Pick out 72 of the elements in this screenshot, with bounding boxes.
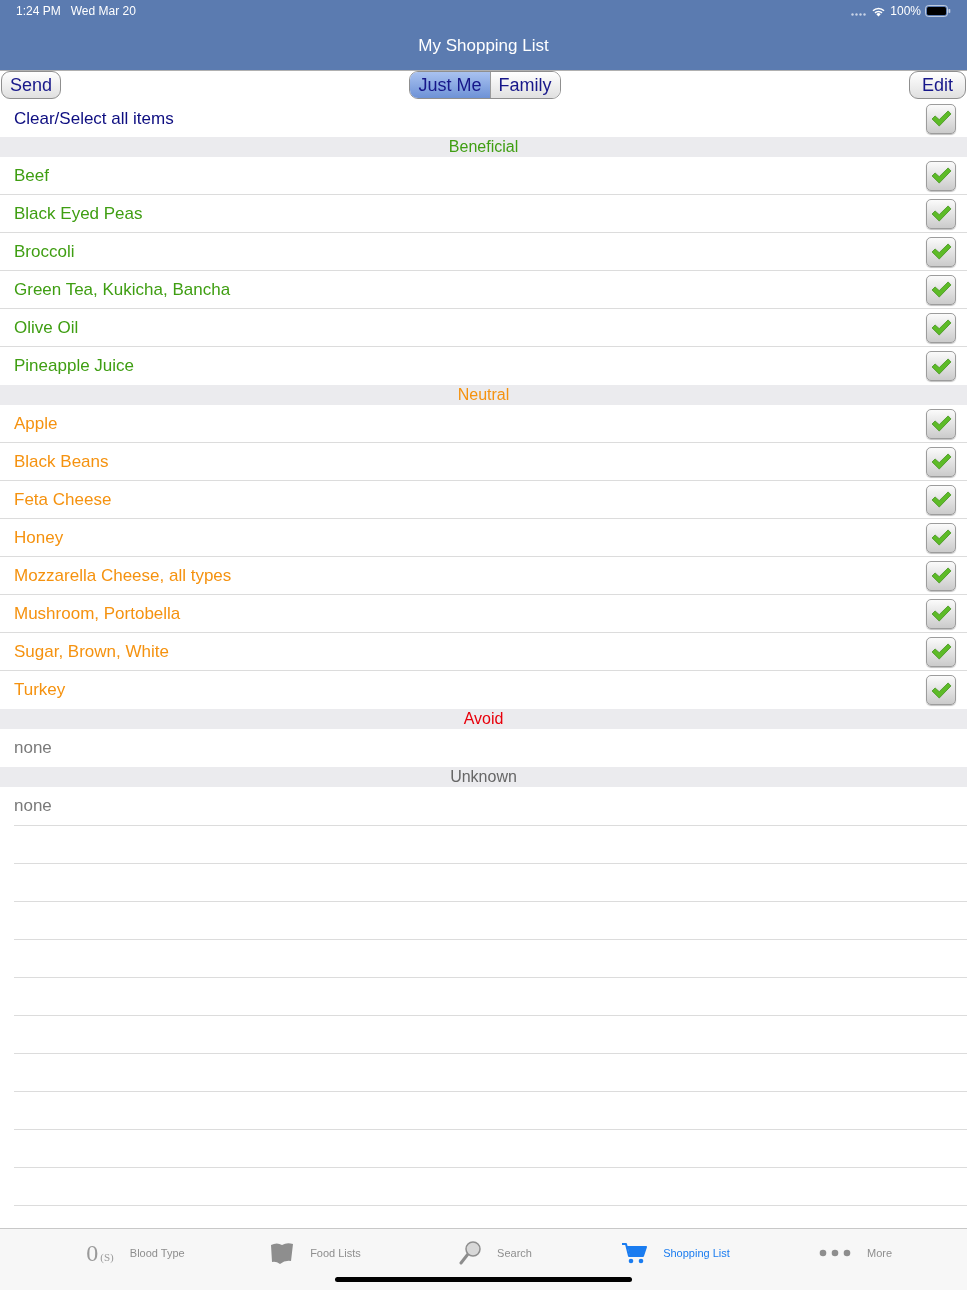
- section-title: Beneficial: [448, 139, 519, 155]
- item-name: Turkey: [14, 679, 67, 702]
- checkbox[interactable]: [926, 312, 956, 343]
- checkmark-icon: [930, 357, 952, 375]
- item-name: Mozzarella Cheese, all types: [14, 564, 233, 587]
- checkbox[interactable]: [926, 160, 956, 191]
- checkmark-icon: [930, 281, 952, 298]
- checkmark-icon: [930, 167, 952, 184]
- status-time: 1:24 PM: [16, 3, 61, 20]
- item-name: Honey: [14, 526, 65, 549]
- battery-percentage: 100%: [890, 3, 921, 20]
- segment-tab[interactable]: Family: [489, 72, 560, 98]
- checkbox[interactable]: [926, 103, 956, 134]
- item-name: Mushroom, Portobella: [14, 602, 182, 625]
- checkbox[interactable]: [926, 560, 956, 591]
- tab-bar-item[interactable]: Search: [405, 1239, 586, 1267]
- checkmark-icon: [930, 453, 952, 470]
- section-title: Unknown: [450, 769, 517, 785]
- select-all-label: Clear/Select all items: [14, 107, 175, 130]
- checkbox[interactable]: [926, 446, 956, 477]
- checkbox[interactable]: [926, 598, 956, 629]
- checkbox[interactable]: [926, 198, 956, 229]
- segment-tab[interactable]: Just Me: [410, 72, 490, 98]
- checkmark-icon: [930, 681, 952, 699]
- checkmark-icon: [930, 243, 952, 260]
- checkmark-icon: [930, 529, 952, 546]
- cart-icon: [621, 1242, 648, 1264]
- item-name: Sugar, Brown, White: [14, 640, 170, 663]
- checkbox[interactable]: [926, 236, 956, 267]
- item-name: Beef: [14, 164, 50, 187]
- checkmark-icon: [930, 319, 952, 336]
- tab-bar-item[interactable]: Food Lists: [225, 1239, 406, 1267]
- checkmark-icon: [930, 491, 952, 508]
- item-name: Green Tea, Kukicha, Bancha: [14, 278, 232, 301]
- edit-button[interactable]: Edit: [908, 71, 966, 99]
- tab-bar-item[interactable]: Shopping List: [585, 1239, 766, 1267]
- checkbox[interactable]: [926, 636, 956, 667]
- empty-text: none: [14, 795, 52, 818]
- tab-bar-item[interactable]: More: [765, 1239, 946, 1267]
- more-icon: [818, 1249, 851, 1257]
- item-name: Broccoli: [14, 240, 76, 263]
- search-icon: [459, 1241, 482, 1265]
- checkmark-icon: [930, 205, 952, 222]
- item-name: Feta Cheese: [14, 488, 113, 511]
- checkmark-icon: [930, 567, 952, 584]
- empty-text: none: [14, 737, 52, 760]
- send-button[interactable]: Send: [1, 71, 62, 99]
- navigation-title: My Shopping List: [418, 35, 549, 58]
- checkbox[interactable]: [926, 408, 956, 439]
- signal-icon: [851, 12, 868, 16]
- item-name: Pineapple Juice: [14, 355, 136, 378]
- blood-type-icon: 0(S): [86, 1241, 114, 1265]
- checkbox[interactable]: [926, 522, 956, 553]
- checkmark-icon: [930, 415, 952, 432]
- checkmark-icon: [930, 643, 952, 660]
- section-title: Neutral: [457, 387, 510, 403]
- item-name: Apple: [14, 412, 59, 435]
- checkbox[interactable]: [926, 274, 956, 305]
- item-name: Black Beans: [14, 450, 110, 473]
- item-name: Black Eyed Peas: [14, 202, 144, 225]
- checkbox[interactable]: [926, 484, 956, 515]
- tab-bar-item[interactable]: 0(S) Blood Type: [45, 1239, 226, 1267]
- status-date: Wed Mar 20: [70, 3, 136, 20]
- item-name: Olive Oil: [14, 316, 80, 339]
- book-icon: [270, 1242, 295, 1264]
- checkmark-icon: [930, 110, 952, 127]
- section-title: Avoid: [463, 711, 504, 727]
- checkbox[interactable]: [926, 351, 956, 381]
- checkmark-icon: [930, 605, 952, 622]
- checkbox[interactable]: [926, 675, 956, 705]
- battery-icon: [925, 5, 951, 17]
- wifi-icon: [871, 5, 887, 17]
